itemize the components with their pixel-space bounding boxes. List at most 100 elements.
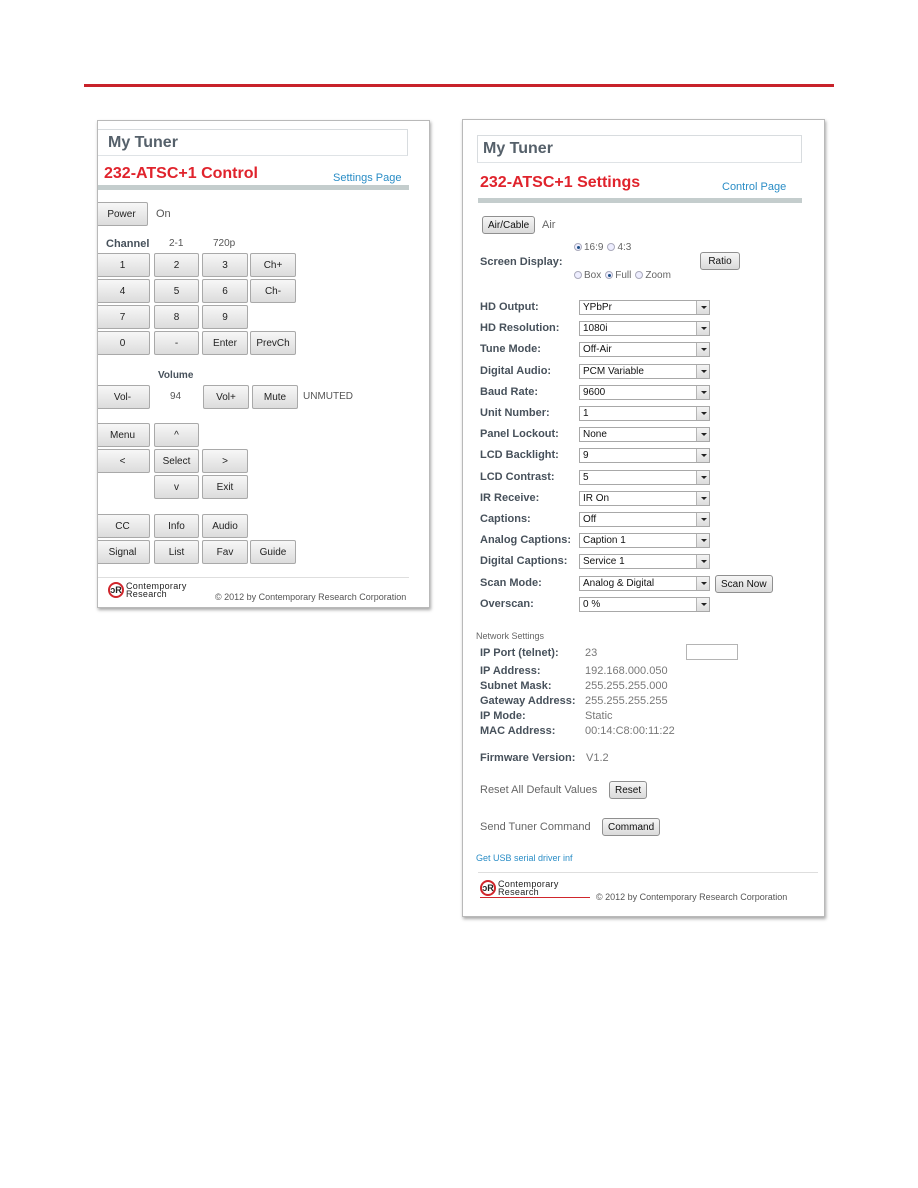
dropdown-arrow-icon[interactable] <box>696 322 709 336</box>
nav-left-button[interactable]: < <box>98 449 150 473</box>
radio-option[interactable]: 4:3 <box>607 242 631 253</box>
field-select[interactable]: 0 % <box>579 596 710 612</box>
mute-button[interactable]: Mute <box>252 385 298 409</box>
dropdown-arrow-icon[interactable] <box>696 597 709 611</box>
function-button[interactable]: Audio <box>202 514 248 538</box>
dropdown-arrow-icon[interactable] <box>696 407 709 420</box>
keypad-button[interactable]: 5 <box>154 279 199 303</box>
keypad-button[interactable]: 7 <box>98 305 150 329</box>
dropdown-arrow-icon[interactable] <box>696 470 709 484</box>
field-select[interactable]: Analog & Digital <box>579 575 710 591</box>
dropdown-arrow-icon[interactable] <box>696 343 709 357</box>
keypad-button[interactable]: 2 <box>154 253 199 277</box>
radio-unchecked-icon[interactable] <box>635 271 644 280</box>
dropdown-arrow-icon[interactable] <box>696 491 709 505</box>
command-button[interactable]: Command <box>602 818 661 836</box>
field-select[interactable]: YPbPr <box>579 300 710 315</box>
dropdown-arrow-icon[interactable] <box>696 428 709 442</box>
network-value: 255.255.255.000 <box>585 680 668 692</box>
dropdown-arrow-icon[interactable] <box>696 513 709 526</box>
field-label: HD Output: <box>480 301 539 313</box>
field-select[interactable]: PCM Variable <box>579 363 710 379</box>
field-select[interactable]: 1 <box>579 406 710 421</box>
dropdown-arrow-icon[interactable] <box>696 385 709 399</box>
field-select[interactable]: None <box>579 427 710 443</box>
field-select[interactable]: IR On <box>579 490 710 506</box>
keypad-button[interactable]: 0 <box>98 331 150 355</box>
dropdown-arrow-icon[interactable] <box>696 364 709 378</box>
logo-line2: Research <box>498 887 539 897</box>
field-select[interactable]: 9600 <box>579 384 710 400</box>
settings-page-panel: My Tuner 232-ATSC+1 Settings Control Pag… <box>462 119 825 917</box>
function-button[interactable]: Signal <box>98 540 150 564</box>
reset-button[interactable]: Reset <box>609 781 648 799</box>
footer-divider <box>478 872 818 873</box>
function-button[interactable]: Guide <box>250 540 296 564</box>
field-select[interactable]: 9 <box>579 448 710 464</box>
select-value: IR On <box>583 492 610 504</box>
field-select[interactable]: 5 <box>579 469 710 485</box>
radio-option[interactable]: 16:9 <box>574 242 603 253</box>
field-label: HD Resolution: <box>480 322 560 335</box>
field-label: Analog Captions: <box>480 534 572 547</box>
radio-option[interactable]: Zoom <box>635 270 671 281</box>
network-label: IP Mode: <box>480 710 526 722</box>
keypad-button[interactable]: - <box>154 331 199 355</box>
keypad-button[interactable]: PrevCh <box>250 331 296 355</box>
ip-port-input[interactable] <box>686 644 738 660</box>
screen-display-label: Screen Display: <box>480 256 563 268</box>
power-button[interactable]: Power <box>98 202 148 226</box>
nav-right-button[interactable]: > <box>202 449 248 473</box>
field-select[interactable]: Off <box>579 512 710 527</box>
keypad-button[interactable]: 3 <box>202 253 248 277</box>
usb-driver-link[interactable]: Get USB serial driver inf <box>476 853 573 863</box>
menu-button[interactable]: Menu <box>98 423 150 447</box>
network-value: Static <box>585 710 613 722</box>
dropdown-arrow-icon[interactable] <box>696 555 709 569</box>
select-value: Off <box>583 514 597 525</box>
keypad-button[interactable]: 6 <box>202 279 248 303</box>
keypad-button[interactable]: 9 <box>202 305 248 329</box>
function-button[interactable]: List <box>154 540 199 564</box>
dropdown-arrow-icon[interactable] <box>696 576 709 590</box>
radio-unchecked-icon[interactable] <box>574 271 582 280</box>
radio-option[interactable]: Full <box>605 270 631 281</box>
keypad-button[interactable]: Enter <box>202 331 248 355</box>
channel-label: Channel <box>106 238 150 250</box>
function-button[interactable]: Info <box>154 514 199 538</box>
field-label: Captions: <box>480 513 531 525</box>
select-button[interactable]: Select <box>154 449 199 473</box>
radio-unchecked-icon[interactable] <box>607 243 616 252</box>
function-button[interactable]: Fav <box>202 540 248 564</box>
function-button[interactable]: CC <box>98 514 150 538</box>
keypad-button[interactable]: Ch+ <box>250 253 296 277</box>
air-cable-button[interactable]: Air/Cable <box>482 216 536 234</box>
scan-now-button[interactable]: Scan Now <box>715 575 773 593</box>
field-select[interactable]: 1080i <box>579 321 710 337</box>
radio-checked-icon[interactable] <box>574 243 582 252</box>
field-select[interactable]: Service 1 <box>579 554 710 570</box>
keypad-button[interactable]: 1 <box>98 253 150 277</box>
control-page-link[interactable]: Control Page <box>722 181 786 193</box>
keypad-button[interactable]: 4 <box>98 279 150 303</box>
keypad-button[interactable]: Ch- <box>250 279 296 303</box>
volume-up-button[interactable]: Vol+ <box>203 385 249 409</box>
ratio-button[interactable]: Ratio <box>700 252 740 270</box>
radio-option[interactable]: Box <box>574 270 601 281</box>
dropdown-arrow-icon[interactable] <box>696 301 709 314</box>
keypad-button[interactable]: 8 <box>154 305 199 329</box>
nav-down-button[interactable]: v <box>154 475 199 499</box>
radio-checked-icon[interactable] <box>605 271 614 280</box>
select-value: 0 % <box>583 598 601 610</box>
volume-down-button[interactable]: Vol- <box>98 385 150 409</box>
dropdown-arrow-icon[interactable] <box>696 534 709 548</box>
dropdown-arrow-icon[interactable] <box>696 449 709 463</box>
nav-up-button[interactable]: ^ <box>154 423 199 447</box>
firmware-value: V1.2 <box>586 752 609 764</box>
command-label: Send Tuner Command <box>480 821 591 833</box>
field-select[interactable]: Off-Air <box>579 342 710 358</box>
radio-label: 4:3 <box>617 242 632 253</box>
field-select[interactable]: Caption 1 <box>579 533 710 549</box>
exit-button[interactable]: Exit <box>202 475 248 499</box>
settings-page-link[interactable]: Settings Page <box>333 172 402 184</box>
